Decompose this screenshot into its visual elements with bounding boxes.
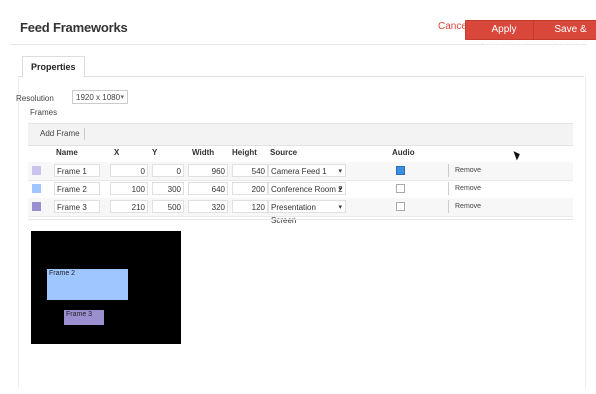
frame-width-input[interactable]: 320 <box>188 200 228 213</box>
resolution-value: 1920 x 1080 <box>76 93 121 102</box>
column-header-name: Name <box>56 148 78 157</box>
preview-frame-label: Frame 2 <box>49 270 76 277</box>
frame-color-swatch <box>32 166 41 175</box>
resolution-label: Resolution <box>16 94 54 103</box>
chevron-down-icon: ▾ <box>338 168 342 175</box>
column-header-audio: Audio <box>392 148 415 157</box>
frame-source-value: Camera Feed 1 <box>271 167 327 176</box>
tab-bar: Properties <box>18 56 584 78</box>
frames-label: Frames <box>30 108 58 117</box>
chevron-down-icon: ▾ <box>338 204 342 211</box>
remove-frame-button[interactable]: Remove <box>448 182 487 195</box>
save-close-button[interactable]: Save & Close <box>533 20 596 53</box>
frame-y-input[interactable]: 300 <box>152 182 184 195</box>
frame-x-input[interactable]: 100 <box>110 182 148 195</box>
table-row: Frame 2 100 300 640 200 Conference Room … <box>28 180 573 199</box>
table-row: Frame 3 210 500 320 120 Presentation Scr… <box>28 198 573 225</box>
column-header-width: Width <box>192 148 215 157</box>
preview-frame[interactable]: Frame 3 <box>64 310 104 325</box>
frame-source-select[interactable]: Conference Room 2 ▾ <box>268 182 346 195</box>
chevron-down-icon: ▾ <box>338 186 342 193</box>
remove-frame-button[interactable]: Remove <box>448 200 487 213</box>
remove-frame-button[interactable]: Remove <box>448 164 487 177</box>
chevron-down-icon: ▾ <box>120 94 124 101</box>
frames-toolbar: Add Frame <box>28 123 573 146</box>
frame-source-select[interactable]: Camera Feed 1 ▾ <box>268 164 346 177</box>
preview-frame-label: Frame 3 <box>66 311 93 318</box>
frames-table-header: Name X Y Width Height Source Audio <box>28 146 573 160</box>
frame-height-input[interactable]: 120 <box>232 200 268 213</box>
column-header-y: Y <box>152 148 158 157</box>
feed-frameworks-dialog: Feed Frameworks Cancel Apply Changes Sav… <box>0 0 596 394</box>
frame-x-input[interactable]: 210 <box>110 200 148 213</box>
divider <box>28 219 573 220</box>
frame-y-input[interactable]: 500 <box>152 200 184 213</box>
frame-height-input[interactable]: 200 <box>232 182 268 195</box>
audio-checkbox[interactable] <box>396 166 405 175</box>
frame-height-input[interactable]: 540 <box>232 164 268 177</box>
frame-width-input[interactable]: 640 <box>188 182 228 195</box>
frame-name-input[interactable]: Frame 1 <box>54 164 100 177</box>
resolution-select[interactable]: 1920 x 1080 ▾ <box>72 90 128 104</box>
frame-color-swatch <box>32 202 41 211</box>
audio-checkbox[interactable] <box>396 184 405 193</box>
frame-x-input[interactable]: 0 <box>110 164 148 177</box>
page-title: Feed Frameworks <box>20 20 128 35</box>
column-header-height: Height <box>232 148 257 157</box>
column-header-x: X <box>114 148 120 157</box>
audio-checkbox[interactable] <box>396 202 405 211</box>
preview-frame[interactable]: Frame 2 <box>47 269 128 300</box>
frame-name-input[interactable]: Frame 3 <box>54 200 100 213</box>
frame-width-input[interactable]: 960 <box>188 164 228 177</box>
frame-color-swatch <box>32 184 41 193</box>
table-row: Frame 1 0 0 960 540 Camera Feed 1 ▾ Remov… <box>28 162 573 181</box>
layout-preview: Frame 2 Frame 3 <box>31 231 181 344</box>
tab-properties[interactable]: Properties <box>22 56 85 78</box>
frame-source-value: Conference Room 2 <box>271 185 343 194</box>
frame-y-input[interactable]: 0 <box>152 164 184 177</box>
frame-source-select[interactable]: Presentation Screen ▾ <box>268 200 346 225</box>
add-frame-button[interactable]: Add Frame <box>36 128 85 140</box>
frame-name-input[interactable]: Frame 2 <box>54 182 100 195</box>
dialog-header: Feed Frameworks Cancel Apply Changes Sav… <box>10 8 596 53</box>
column-header-source: Source <box>270 148 298 157</box>
apply-changes-button[interactable]: Apply Changes <box>465 20 543 53</box>
